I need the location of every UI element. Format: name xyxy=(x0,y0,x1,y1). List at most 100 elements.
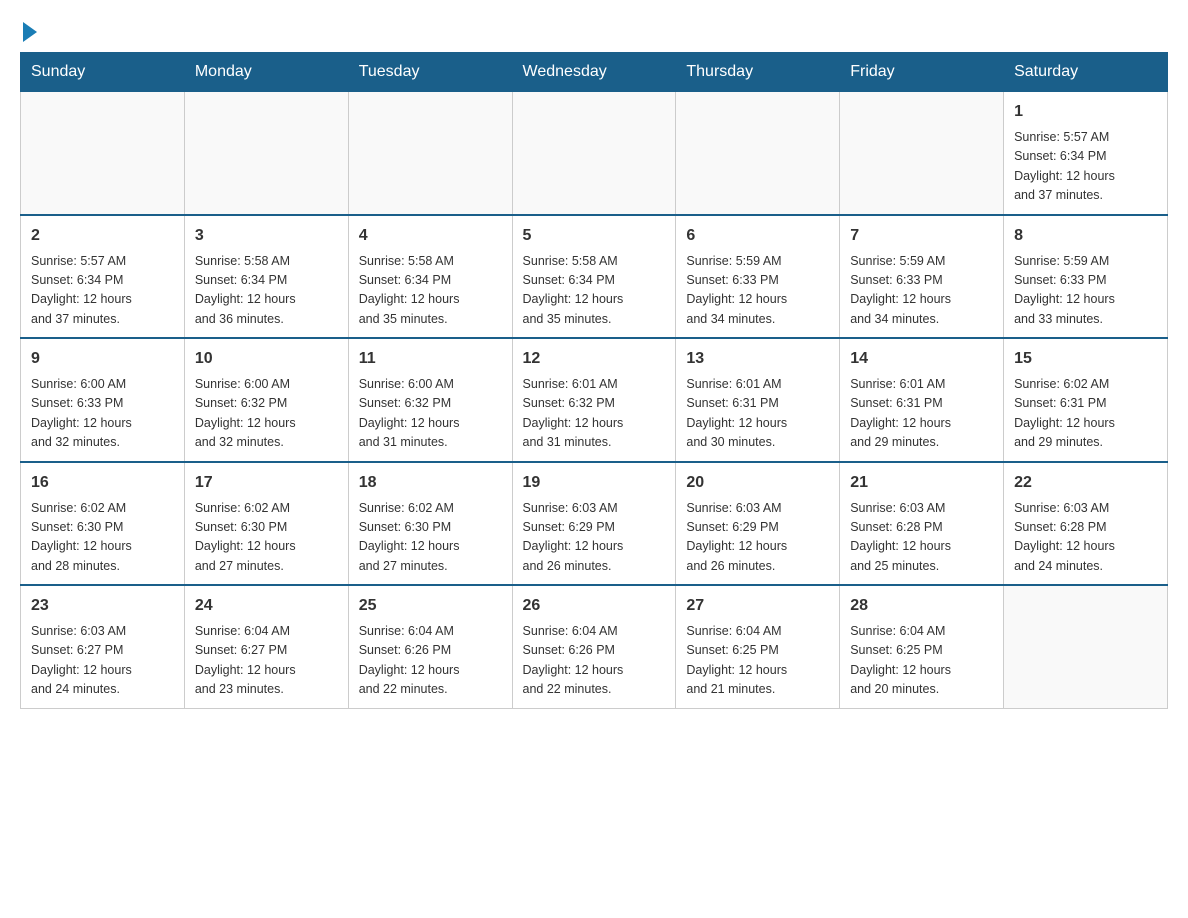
calendar-day-cell xyxy=(676,92,840,215)
weekday-header-tuesday: Tuesday xyxy=(348,53,512,92)
day-number: 6 xyxy=(686,224,829,248)
day-info: Sunrise: 5:59 AMSunset: 6:33 PMDaylight:… xyxy=(686,252,829,330)
day-info: Sunrise: 6:03 AMSunset: 6:29 PMDaylight:… xyxy=(686,499,829,577)
calendar-week-row: 2 Sunrise: 5:57 AMSunset: 6:34 PMDaylight… xyxy=(21,215,1168,339)
calendar-day-cell: 20 Sunrise: 6:03 AMSunset: 6:29 PMDayligh… xyxy=(676,462,840,586)
day-info: Sunrise: 6:01 AMSunset: 6:32 PMDaylight:… xyxy=(523,375,666,453)
day-info: Sunrise: 6:04 AMSunset: 6:25 PMDaylight:… xyxy=(686,622,829,700)
calendar-day-cell: 23 Sunrise: 6:03 AMSunset: 6:27 PMDayligh… xyxy=(21,585,185,708)
logo-arrow-icon xyxy=(23,22,37,42)
day-info: Sunrise: 6:03 AMSunset: 6:27 PMDaylight:… xyxy=(31,622,174,700)
day-number: 28 xyxy=(850,594,993,618)
day-info: Sunrise: 6:00 AMSunset: 6:32 PMDaylight:… xyxy=(359,375,502,453)
calendar-day-cell: 7 Sunrise: 5:59 AMSunset: 6:33 PMDaylight… xyxy=(840,215,1004,339)
day-number: 21 xyxy=(850,471,993,495)
calendar-day-cell: 3 Sunrise: 5:58 AMSunset: 6:34 PMDaylight… xyxy=(184,215,348,339)
day-number: 14 xyxy=(850,347,993,371)
day-number: 9 xyxy=(31,347,174,371)
weekday-header-sunday: Sunday xyxy=(21,53,185,92)
calendar-day-cell: 4 Sunrise: 5:58 AMSunset: 6:34 PMDaylight… xyxy=(348,215,512,339)
weekday-header-friday: Friday xyxy=(840,53,1004,92)
calendar-day-cell: 15 Sunrise: 6:02 AMSunset: 6:31 PMDayligh… xyxy=(1004,338,1168,462)
day-info: Sunrise: 6:03 AMSunset: 6:28 PMDaylight:… xyxy=(1014,499,1157,577)
day-info: Sunrise: 5:58 AMSunset: 6:34 PMDaylight:… xyxy=(359,252,502,330)
calendar-week-row: 9 Sunrise: 6:00 AMSunset: 6:33 PMDaylight… xyxy=(21,338,1168,462)
day-info: Sunrise: 5:58 AMSunset: 6:34 PMDaylight:… xyxy=(523,252,666,330)
calendar-day-cell: 17 Sunrise: 6:02 AMSunset: 6:30 PMDayligh… xyxy=(184,462,348,586)
calendar-day-cell: 27 Sunrise: 6:04 AMSunset: 6:25 PMDayligh… xyxy=(676,585,840,708)
day-info: Sunrise: 6:03 AMSunset: 6:28 PMDaylight:… xyxy=(850,499,993,577)
calendar-header-row: SundayMondayTuesdayWednesdayThursdayFrid… xyxy=(21,53,1168,92)
day-info: Sunrise: 5:59 AMSunset: 6:33 PMDaylight:… xyxy=(850,252,993,330)
day-number: 23 xyxy=(31,594,174,618)
day-number: 8 xyxy=(1014,224,1157,248)
weekday-header-wednesday: Wednesday xyxy=(512,53,676,92)
calendar-week-row: 16Sunrise: 6:02 AMSunset: 6:30 PMDayligh… xyxy=(21,462,1168,586)
weekday-header-monday: Monday xyxy=(184,53,348,92)
calendar-day-cell: 5 Sunrise: 5:58 AMSunset: 6:34 PMDaylight… xyxy=(512,215,676,339)
calendar-day-cell: 11 Sunrise: 6:00 AMSunset: 6:32 PMDayligh… xyxy=(348,338,512,462)
day-info: Sunrise: 5:57 AMSunset: 6:34 PMDaylight:… xyxy=(31,252,174,330)
day-info: Sunrise: 6:02 AMSunset: 6:30 PMDaylight:… xyxy=(359,499,502,577)
calendar-week-row: 1 Sunrise: 5:57 AMSunset: 6:34 PMDaylight… xyxy=(21,92,1168,215)
day-number: 7 xyxy=(850,224,993,248)
calendar-day-cell: 24 Sunrise: 6:04 AMSunset: 6:27 PMDayligh… xyxy=(184,585,348,708)
day-info: Sunrise: 6:00 AMSunset: 6:32 PMDaylight:… xyxy=(195,375,338,453)
calendar-day-cell: 28 Sunrise: 6:04 AMSunset: 6:25 PMDayligh… xyxy=(840,585,1004,708)
calendar-day-cell: 25 Sunrise: 6:04 AMSunset: 6:26 PMDayligh… xyxy=(348,585,512,708)
day-info: Sunrise: 6:04 AMSunset: 6:27 PMDaylight:… xyxy=(195,622,338,700)
calendar-day-cell: 9 Sunrise: 6:00 AMSunset: 6:33 PMDaylight… xyxy=(21,338,185,462)
calendar-week-row: 23 Sunrise: 6:03 AMSunset: 6:27 PMDayligh… xyxy=(21,585,1168,708)
day-info: Sunrise: 5:58 AMSunset: 6:34 PMDaylight:… xyxy=(195,252,338,330)
day-info: Sunrise: 6:04 AMSunset: 6:26 PMDaylight:… xyxy=(359,622,502,700)
day-info: Sunrise: 6:04 AMSunset: 6:25 PMDaylight:… xyxy=(850,622,993,700)
weekday-header-thursday: Thursday xyxy=(676,53,840,92)
day-info: Sunrise: 6:01 AMSunset: 6:31 PMDaylight:… xyxy=(686,375,829,453)
calendar-day-cell xyxy=(348,92,512,215)
day-info: Sunrise: 6:02 AMSunset: 6:30 PMDaylight:… xyxy=(31,499,174,577)
calendar-day-cell: 19 Sunrise: 6:03 AMSunset: 6:29 PMDayligh… xyxy=(512,462,676,586)
day-number: 2 xyxy=(31,224,174,248)
day-number: 19 xyxy=(523,471,666,495)
day-number: 17 xyxy=(195,471,338,495)
day-info: Sunrise: 6:02 AMSunset: 6:31 PMDaylight:… xyxy=(1014,375,1157,453)
day-number: 25 xyxy=(359,594,502,618)
day-info: Sunrise: 6:02 AMSunset: 6:30 PMDaylight:… xyxy=(195,499,338,577)
calendar-day-cell: 12 Sunrise: 6:01 AMSunset: 6:32 PMDayligh… xyxy=(512,338,676,462)
day-number: 12 xyxy=(523,347,666,371)
day-number: 18 xyxy=(359,471,502,495)
day-number: 3 xyxy=(195,224,338,248)
day-number: 26 xyxy=(523,594,666,618)
day-number: 24 xyxy=(195,594,338,618)
calendar-day-cell: 16Sunrise: 6:02 AMSunset: 6:30 PMDayligh… xyxy=(21,462,185,586)
calendar-day-cell: 26Sunrise: 6:04 AMSunset: 6:26 PMDayligh… xyxy=(512,585,676,708)
day-info: Sunrise: 5:57 AMSunset: 6:34 PMDaylight:… xyxy=(1014,128,1157,206)
day-info: Sunrise: 6:03 AMSunset: 6:29 PMDaylight:… xyxy=(523,499,666,577)
calendar-day-cell: 13 Sunrise: 6:01 AMSunset: 6:31 PMDayligh… xyxy=(676,338,840,462)
day-number: 13 xyxy=(686,347,829,371)
calendar-day-cell xyxy=(840,92,1004,215)
calendar-day-cell xyxy=(512,92,676,215)
calendar-day-cell: 14 Sunrise: 6:01 AMSunset: 6:31 PMDayligh… xyxy=(840,338,1004,462)
day-number: 15 xyxy=(1014,347,1157,371)
day-number: 4 xyxy=(359,224,502,248)
day-number: 1 xyxy=(1014,100,1157,124)
calendar-day-cell: 8 Sunrise: 5:59 AMSunset: 6:33 PMDaylight… xyxy=(1004,215,1168,339)
day-number: 10 xyxy=(195,347,338,371)
calendar-day-cell: 18 Sunrise: 6:02 AMSunset: 6:30 PMDayligh… xyxy=(348,462,512,586)
calendar-day-cell: 2 Sunrise: 5:57 AMSunset: 6:34 PMDaylight… xyxy=(21,215,185,339)
day-number: 11 xyxy=(359,347,502,371)
day-number: 27 xyxy=(686,594,829,618)
day-number: 20 xyxy=(686,471,829,495)
day-info: Sunrise: 6:01 AMSunset: 6:31 PMDaylight:… xyxy=(850,375,993,453)
day-info: Sunrise: 5:59 AMSunset: 6:33 PMDaylight:… xyxy=(1014,252,1157,330)
calendar-day-cell: 10 Sunrise: 6:00 AMSunset: 6:32 PMDayligh… xyxy=(184,338,348,462)
calendar-day-cell xyxy=(184,92,348,215)
logo xyxy=(20,20,48,42)
day-info: Sunrise: 6:00 AMSunset: 6:33 PMDaylight:… xyxy=(31,375,174,453)
calendar-day-cell xyxy=(21,92,185,215)
day-number: 5 xyxy=(523,224,666,248)
calendar-day-cell: 22 Sunrise: 6:03 AMSunset: 6:28 PMDayligh… xyxy=(1004,462,1168,586)
calendar-day-cell: 6 Sunrise: 5:59 AMSunset: 6:33 PMDaylight… xyxy=(676,215,840,339)
day-number: 22 xyxy=(1014,471,1157,495)
